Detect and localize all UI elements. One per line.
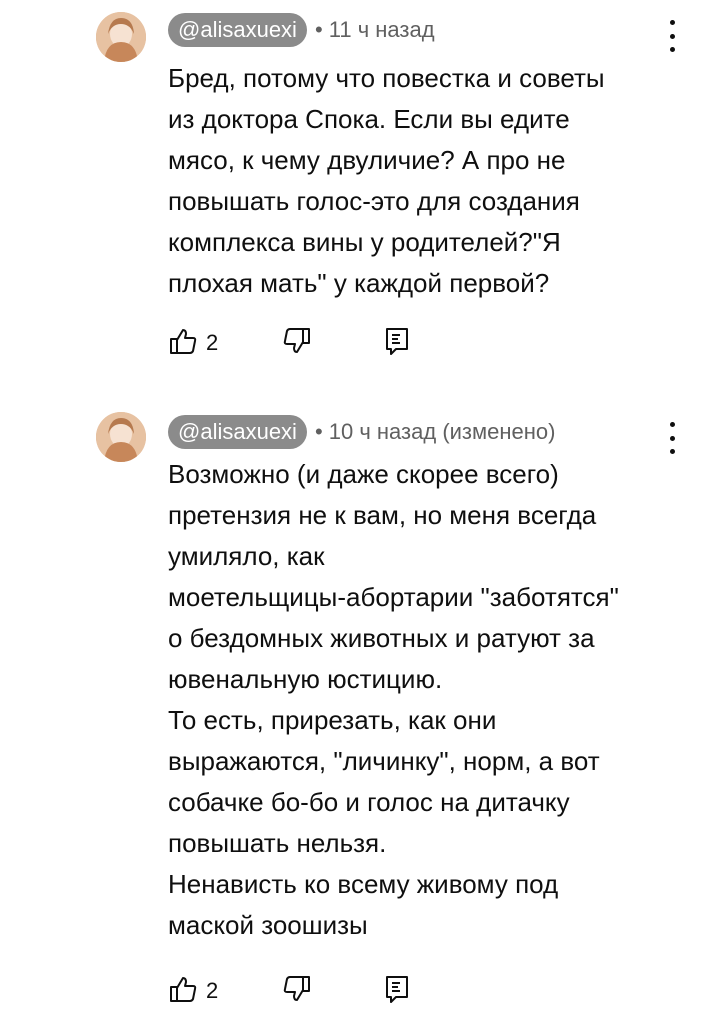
- comment-line: Бред, потому что повестка и советы: [168, 63, 605, 93]
- reply-icon: [384, 974, 410, 1009]
- comment-line: претензия не к вам, но меня всегда: [168, 500, 597, 530]
- like-button[interactable]: 2: [168, 974, 218, 1009]
- like-count: 2: [206, 330, 219, 355]
- thumb-down-icon: [282, 974, 312, 1009]
- like-count: 2: [206, 978, 219, 1003]
- thumb-down-icon: [282, 326, 312, 361]
- timestamp: • 10 ч назад (изменено): [314, 419, 556, 444]
- comment-text: Бред, потому что повестка и советы из до…: [168, 58, 688, 304]
- comment-line: моетельщицы-абортарии "заботятся": [168, 582, 619, 612]
- avatar[interactable]: [96, 412, 146, 462]
- reply-icon: [384, 326, 410, 361]
- comment-line: о бездомных животных и ратуют за: [168, 623, 595, 653]
- comment-line: мясо, к чему двуличие? А про не: [168, 145, 566, 175]
- comment-line: Ненависть ко всему живому под: [168, 869, 559, 899]
- comment-line: повышать голос-это для создания: [168, 186, 580, 216]
- comment: @alisaxuexi • 10 ч назад (изменено) Возм…: [0, 400, 719, 1027]
- dislike-button[interactable]: [282, 326, 312, 361]
- comment: @alisaxuexi • 11 ч назад Бред, потому чт…: [0, 0, 719, 380]
- comment-line: собачке бо-бо и голос на дитачку: [168, 787, 570, 817]
- comment-line: из доктора Спока. Если вы едите: [168, 104, 570, 134]
- thumb-up-icon: [168, 326, 198, 361]
- comment-header: @alisaxuexi • 11 ч назад: [168, 12, 435, 48]
- comment-actions: 2: [168, 974, 410, 1008]
- reply-button[interactable]: [384, 326, 410, 361]
- comment-line: Возможно (и даже скорее всего): [168, 459, 559, 489]
- more-vertical-icon[interactable]: [660, 420, 684, 456]
- comment-line: повышать нельзя.: [168, 828, 387, 858]
- comment-line: То есть, прирезать, как они: [168, 705, 497, 735]
- reply-button[interactable]: [384, 974, 410, 1009]
- dislike-button[interactable]: [282, 974, 312, 1009]
- comment-line: плохая мать" у каждой первой?: [168, 268, 550, 298]
- thumb-up-icon: [168, 974, 198, 1009]
- comment-line: выражаются, "личинку", норм, а вот: [168, 746, 600, 776]
- more-vertical-icon[interactable]: [660, 18, 684, 54]
- timestamp: • 11 ч назад: [314, 17, 435, 42]
- comment-line: умиляло, как: [168, 541, 325, 571]
- avatar[interactable]: [96, 12, 146, 62]
- comment-line: комплекса вины у родителей?"Я: [168, 227, 561, 257]
- comment-text: Возможно (и даже скорее всего) претензия…: [168, 454, 688, 946]
- comment-line: маской зоошизы: [168, 910, 368, 940]
- comment-actions: 2: [168, 326, 410, 360]
- comment-line: ювенальную юстицию.: [168, 664, 443, 694]
- author-handle[interactable]: @alisaxuexi: [168, 13, 307, 47]
- author-handle[interactable]: @alisaxuexi: [168, 415, 307, 449]
- comment-header: @alisaxuexi • 10 ч назад (изменено): [168, 414, 555, 450]
- like-button[interactable]: 2: [168, 326, 218, 361]
